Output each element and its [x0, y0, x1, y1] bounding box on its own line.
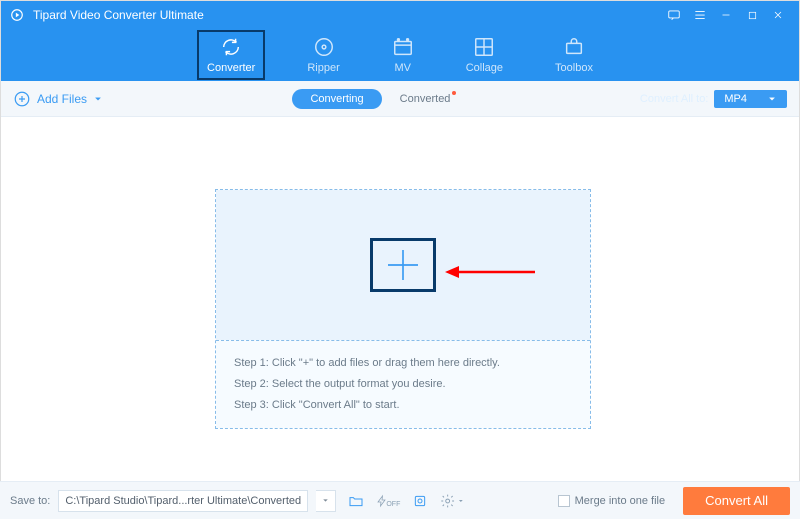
hardware-accel-icon[interactable]: OFF	[376, 490, 400, 512]
app-logo-icon	[9, 7, 25, 23]
maximize-icon[interactable]	[739, 1, 765, 29]
tab-label: MV	[394, 62, 411, 74]
settings-icon[interactable]	[440, 490, 464, 512]
convert-all-to-label: Convert All to:	[640, 93, 708, 105]
minimize-icon[interactable]	[713, 1, 739, 29]
output-format-select[interactable]: MP4	[714, 90, 787, 108]
tab-label: Collage	[466, 62, 503, 74]
tab-ripper[interactable]: Ripper	[301, 34, 345, 76]
instruction-step: Step 2: Select the output format you des…	[234, 374, 572, 395]
annotation-arrow-icon	[445, 264, 535, 285]
instruction-step: Step 3: Click "Convert All" to start.	[234, 395, 572, 416]
save-path-field[interactable]: C:\Tipard Studio\Tipard...rter Ultimate\…	[58, 490, 308, 512]
app-title: Tipard Video Converter Ultimate	[33, 8, 204, 22]
footer-bar: Save to: C:\Tipard Studio\Tipard...rter …	[0, 481, 800, 519]
save-to-label: Save to:	[10, 495, 50, 507]
open-folder-icon[interactable]	[344, 490, 368, 512]
tab-mv[interactable]: MV	[386, 34, 420, 76]
add-files-plus-button[interactable]	[373, 241, 433, 289]
chevron-down-icon	[767, 94, 777, 104]
drop-zone[interactable]: Step 1: Click "+" to add files or drag t…	[215, 189, 591, 429]
tab-collage[interactable]: Collage	[460, 34, 509, 76]
sub-toolbar: Add Files Converting Converted Convert A…	[1, 81, 799, 117]
instruction-step: Step 1: Click "+" to add files or drag t…	[234, 353, 572, 374]
tab-label: Toolbox	[555, 62, 593, 74]
main-tabs: Converter Ripper MV Collage Toolbox	[1, 29, 799, 81]
add-files-label: Add Files	[37, 92, 87, 106]
gpu-icon[interactable]	[408, 490, 432, 512]
instructions-panel: Step 1: Click "+" to add files or drag t…	[216, 340, 590, 428]
status-tab-converted[interactable]: Converted	[400, 93, 451, 105]
merge-checkbox[interactable]: Merge into one file	[558, 495, 666, 507]
chevron-down-icon	[93, 94, 103, 104]
convert-all-button[interactable]: Convert All	[683, 487, 790, 515]
add-files-button[interactable]: Add Files	[13, 90, 103, 108]
checkbox-icon	[558, 495, 570, 507]
tab-toolbox[interactable]: Toolbox	[549, 34, 599, 76]
output-format-value: MP4	[724, 93, 747, 105]
tab-label: Ripper	[307, 62, 339, 74]
save-path-dropdown[interactable]	[316, 490, 336, 512]
notification-dot-icon	[452, 91, 456, 95]
tab-label: Converter	[207, 62, 255, 74]
drop-zone-top[interactable]	[216, 190, 590, 340]
menu-icon[interactable]	[687, 1, 713, 29]
main-area: Step 1: Click "+" to add files or drag t…	[1, 117, 799, 482]
close-icon[interactable]	[765, 1, 791, 29]
title-bar: Tipard Video Converter Ultimate	[1, 1, 799, 29]
feedback-icon[interactable]	[661, 1, 687, 29]
tab-converter[interactable]: Converter	[201, 34, 261, 76]
merge-label: Merge into one file	[575, 495, 666, 507]
status-tab-converting[interactable]: Converting	[292, 89, 381, 109]
